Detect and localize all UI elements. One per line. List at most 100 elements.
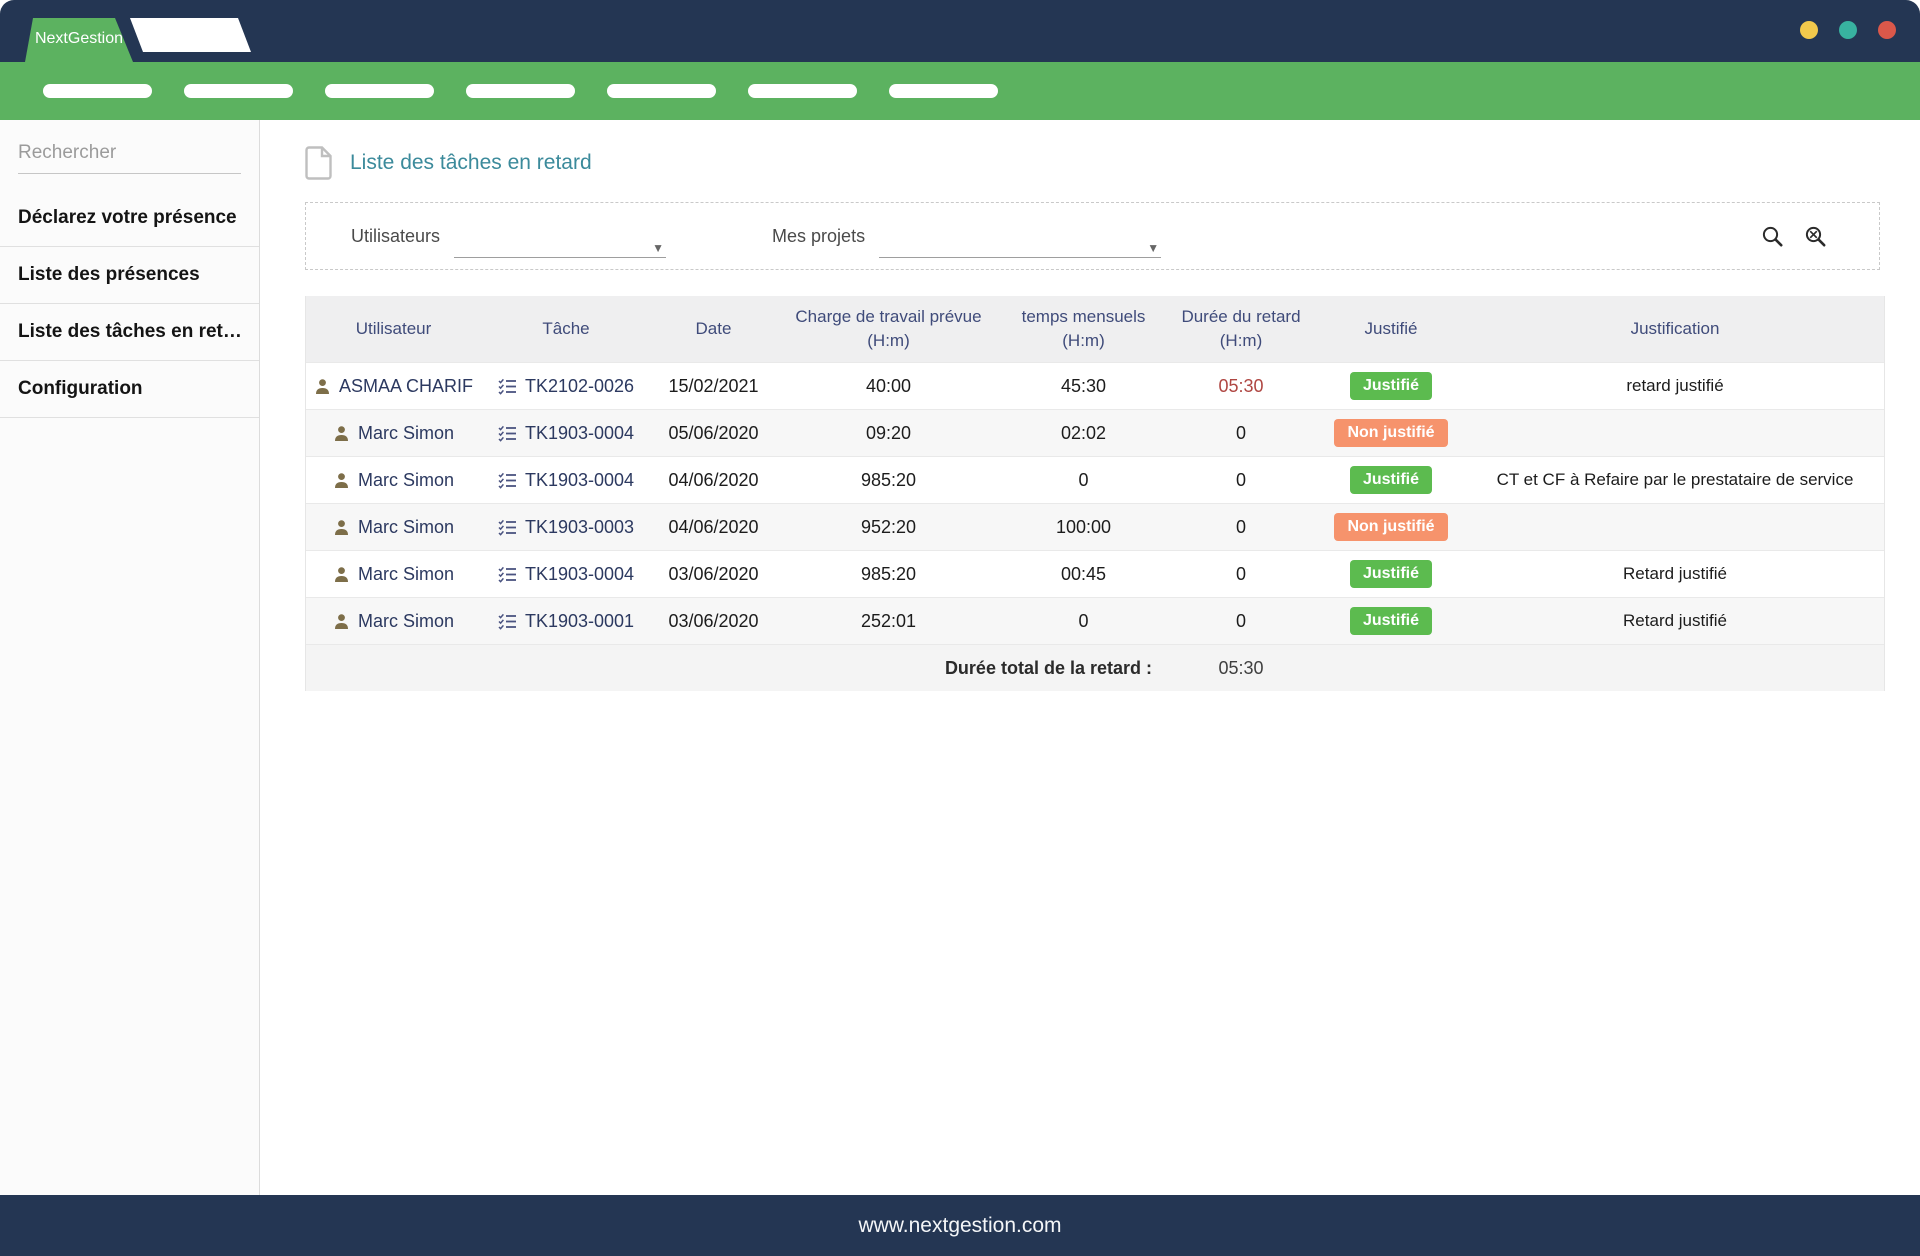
- nav-pill-placeholder[interactable]: [184, 84, 293, 98]
- search-button[interactable]: [1759, 223, 1786, 250]
- user-cell[interactable]: Marc Simon: [306, 419, 481, 448]
- page-header: Liste des tâches en retard: [305, 146, 1920, 180]
- user-icon: [333, 566, 350, 583]
- delay-value: 0: [1236, 564, 1246, 584]
- user-name: Marc Simon: [358, 564, 454, 585]
- user-name: Marc Simon: [358, 470, 454, 491]
- task-cell[interactable]: TK1903-0004: [481, 466, 651, 495]
- nav-pill-placeholder[interactable]: [43, 84, 152, 98]
- date-cell: 15/02/2021: [651, 372, 776, 401]
- sidebar-menu-item[interactable]: Liste des tâches en ret…: [0, 304, 259, 361]
- main-content: Liste des tâches en retard Utilisateurs …: [261, 120, 1920, 1195]
- table-header-cell: Tâche: [481, 311, 651, 347]
- brand-tab[interactable]: NextGestion: [25, 18, 133, 62]
- task-cell[interactable]: TK1903-0003: [481, 513, 651, 542]
- task-cell[interactable]: TK2102-0026: [481, 372, 651, 401]
- nav-pill-placeholder[interactable]: [325, 84, 434, 98]
- late-tasks-table: Utilisateur Tâche Date Charge de travail…: [305, 296, 1885, 691]
- document-icon: [305, 146, 332, 180]
- sidebar-menu-item[interactable]: Déclarez votre présence: [0, 190, 259, 247]
- window-control-dot[interactable]: [1878, 21, 1896, 39]
- window-control-dot[interactable]: [1839, 21, 1857, 39]
- justification-cell: CT et CF à Refaire par le prestataire de…: [1466, 466, 1884, 494]
- date-cell: 04/06/2020: [651, 513, 776, 542]
- search-icon: [1761, 225, 1784, 248]
- task-list-icon: [498, 519, 517, 536]
- planned-workload-cell: 985:20: [776, 466, 1001, 495]
- sidebar-search[interactable]: ▼: [18, 142, 241, 174]
- monthly-time-cell: 45:30: [1001, 372, 1166, 401]
- window-control-dot[interactable]: [1800, 21, 1818, 39]
- task-id: TK1903-0004: [525, 564, 634, 585]
- sidebar-menu-item-label: Liste des tâches en ret…: [18, 321, 242, 342]
- justification-cell: [1466, 523, 1884, 531]
- justification-cell: retard justifié: [1466, 372, 1884, 400]
- table-row: Marc Simon TK1903-0004 05/06/: [306, 409, 1884, 456]
- footer-link[interactable]: www.nextgestion.com: [858, 1214, 1061, 1238]
- delay-value: 0: [1236, 470, 1246, 490]
- status-badge: Non justifié: [1334, 513, 1447, 541]
- user-name: Marc Simon: [358, 611, 454, 632]
- status-badge: Non justifié: [1334, 419, 1447, 447]
- total-delay-value: 05:30: [1166, 658, 1316, 679]
- search-input[interactable]: [18, 142, 263, 164]
- delay-value: 0: [1236, 423, 1246, 443]
- justification-cell: Retard justifié: [1466, 560, 1884, 588]
- task-list-icon: [498, 566, 517, 583]
- monthly-time-cell: 100:00: [1001, 513, 1166, 542]
- filter-panel: Utilisateurs ▼ Mes projets ▼: [305, 202, 1880, 270]
- nav-pill-placeholder[interactable]: [607, 84, 716, 98]
- user-cell[interactable]: Marc Simon: [306, 560, 481, 589]
- user-icon: [333, 613, 350, 630]
- status-cell: Justifié: [1316, 462, 1466, 498]
- date-cell: 04/06/2020: [651, 466, 776, 495]
- nav-pill-placeholder[interactable]: [748, 84, 857, 98]
- user-icon: [333, 472, 350, 489]
- planned-workload-cell: 40:00: [776, 372, 1001, 401]
- users-filter-label: Utilisateurs: [351, 226, 440, 247]
- status-cell: Justifié: [1316, 556, 1466, 592]
- users-select[interactable]: ▼: [454, 228, 666, 258]
- task-cell[interactable]: TK1903-0004: [481, 560, 651, 589]
- status-cell: Justifié: [1316, 368, 1466, 404]
- table-header-cell: Justifié: [1316, 311, 1466, 347]
- user-cell[interactable]: Marc Simon: [306, 513, 481, 542]
- task-id: TK1903-0001: [525, 611, 634, 632]
- delay-value: 0: [1236, 517, 1246, 537]
- sidebar-menu-item[interactable]: Configuration: [0, 361, 259, 418]
- sidebar-menu-item[interactable]: Liste des présences: [0, 247, 259, 304]
- status-badge: Justifié: [1350, 560, 1432, 588]
- monthly-time-cell: 02:02: [1001, 419, 1166, 448]
- task-cell[interactable]: TK1903-0004: [481, 419, 651, 448]
- table-header-row: Utilisateur Tâche Date Charge de travail…: [306, 296, 1884, 362]
- date-cell: 03/06/2020: [651, 607, 776, 636]
- task-cell[interactable]: TK1903-0001: [481, 607, 651, 636]
- main-nav-bar: [0, 62, 1920, 120]
- table-header-cell: Durée du retard (H:m): [1166, 299, 1316, 359]
- task-list-icon: [498, 472, 517, 489]
- filter-actions: [1759, 223, 1829, 250]
- user-cell[interactable]: Marc Simon: [306, 466, 481, 495]
- delay-value: 0: [1236, 611, 1246, 631]
- sidebar-menu-item-label: Liste des présences: [18, 264, 200, 285]
- nav-pill-placeholder[interactable]: [889, 84, 998, 98]
- clear-search-icon: [1804, 225, 1827, 248]
- chevron-down-icon: ▼: [652, 241, 664, 255]
- projects-select[interactable]: ▼: [879, 228, 1161, 258]
- title-bar: NextGestion: [0, 0, 1920, 62]
- justification-cell: [1466, 429, 1884, 437]
- user-icon: [314, 378, 331, 395]
- secondary-tab[interactable]: [130, 18, 252, 52]
- delay-duration-cell: 0: [1166, 560, 1316, 589]
- table-row: Marc Simon TK1903-0004 03/06/: [306, 550, 1884, 597]
- monthly-time-cell: 0: [1001, 607, 1166, 636]
- footer: www.nextgestion.com: [0, 1195, 1920, 1256]
- planned-workload-cell: 985:20: [776, 560, 1001, 589]
- nav-pill-placeholder[interactable]: [466, 84, 575, 98]
- date-cell: 05/06/2020: [651, 419, 776, 448]
- clear-search-button[interactable]: [1802, 223, 1829, 250]
- user-cell[interactable]: Marc Simon: [306, 607, 481, 636]
- table-header-cell: Justification: [1466, 311, 1884, 347]
- delay-duration-cell: 0: [1166, 466, 1316, 495]
- user-cell[interactable]: ASMAA CHARIF: [306, 372, 481, 401]
